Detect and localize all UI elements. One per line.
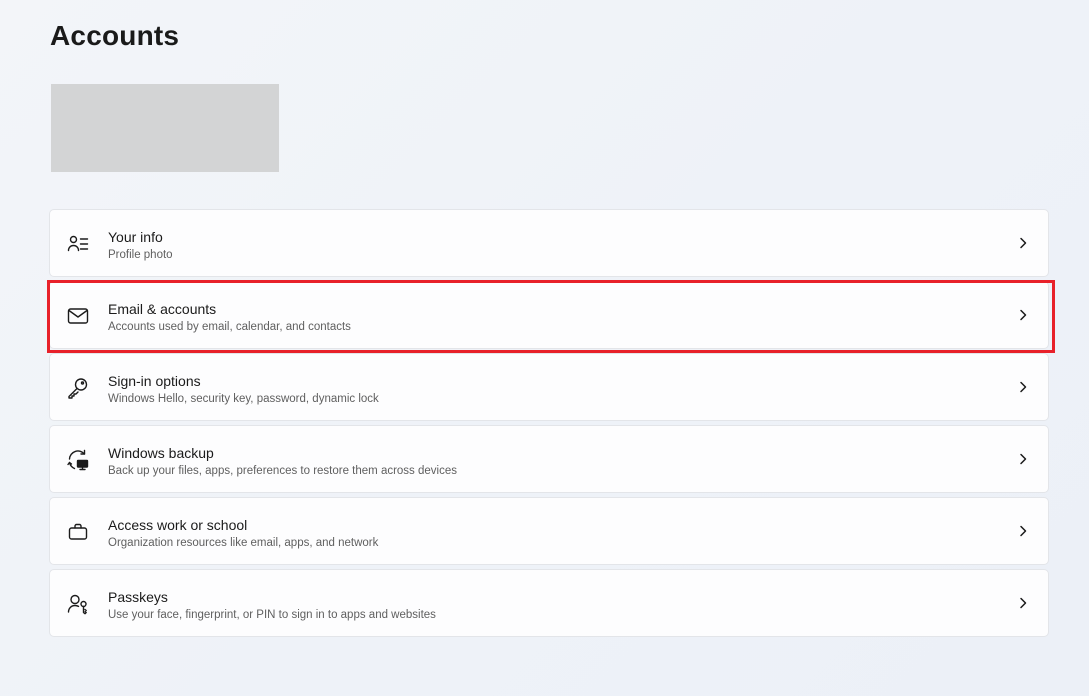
setting-sign-in-options[interactable]: Sign-in options Windows Hello, security … — [49, 353, 1049, 421]
setting-email-accounts[interactable]: Email & accounts Accounts used by email,… — [49, 281, 1049, 349]
backup-icon — [66, 448, 90, 472]
setting-subtitle: Windows Hello, security key, password, d… — [108, 393, 379, 405]
setting-subtitle: Organization resources like email, apps,… — [108, 537, 379, 549]
setting-title: Sign-in options — [108, 373, 201, 389]
chevron-right-icon — [1016, 308, 1030, 322]
setting-subtitle: Back up your files, apps, preferences to… — [108, 465, 457, 477]
setting-title: Email & accounts — [108, 301, 217, 317]
page-title: Accounts — [50, 20, 180, 51]
setting-your-info[interactable]: Your info Profile photo — [49, 209, 1049, 277]
key-icon — [66, 376, 90, 400]
mail-icon — [66, 304, 90, 328]
person-lines-icon — [66, 232, 90, 256]
setting-subtitle: Accounts used by email, calendar, and co… — [108, 321, 351, 333]
chevron-right-icon — [1016, 452, 1030, 466]
settings-list: Your info Profile photo Email & accounts… — [49, 209, 1049, 641]
setting-subtitle: Use your face, fingerprint, or PIN to si… — [108, 609, 436, 621]
setting-title: Passkeys — [108, 589, 168, 605]
setting-title: Windows backup — [108, 445, 214, 461]
chevron-right-icon — [1016, 236, 1030, 250]
setting-passkeys[interactable]: Passkeys Use your face, fingerprint, or … — [49, 569, 1049, 637]
briefcase-icon — [66, 520, 90, 544]
setting-title: Your info — [108, 229, 163, 245]
setting-subtitle: Profile photo — [108, 249, 173, 261]
passkey-icon — [66, 592, 90, 616]
chevron-right-icon — [1016, 596, 1030, 610]
setting-title: Access work or school — [108, 517, 248, 533]
setting-windows-backup[interactable]: Windows backup Back up your files, apps,… — [49, 425, 1049, 493]
chevron-right-icon — [1016, 380, 1030, 394]
chevron-right-icon — [1016, 524, 1030, 538]
avatar — [51, 84, 279, 172]
setting-access-work-school[interactable]: Access work or school Organization resou… — [49, 497, 1049, 565]
